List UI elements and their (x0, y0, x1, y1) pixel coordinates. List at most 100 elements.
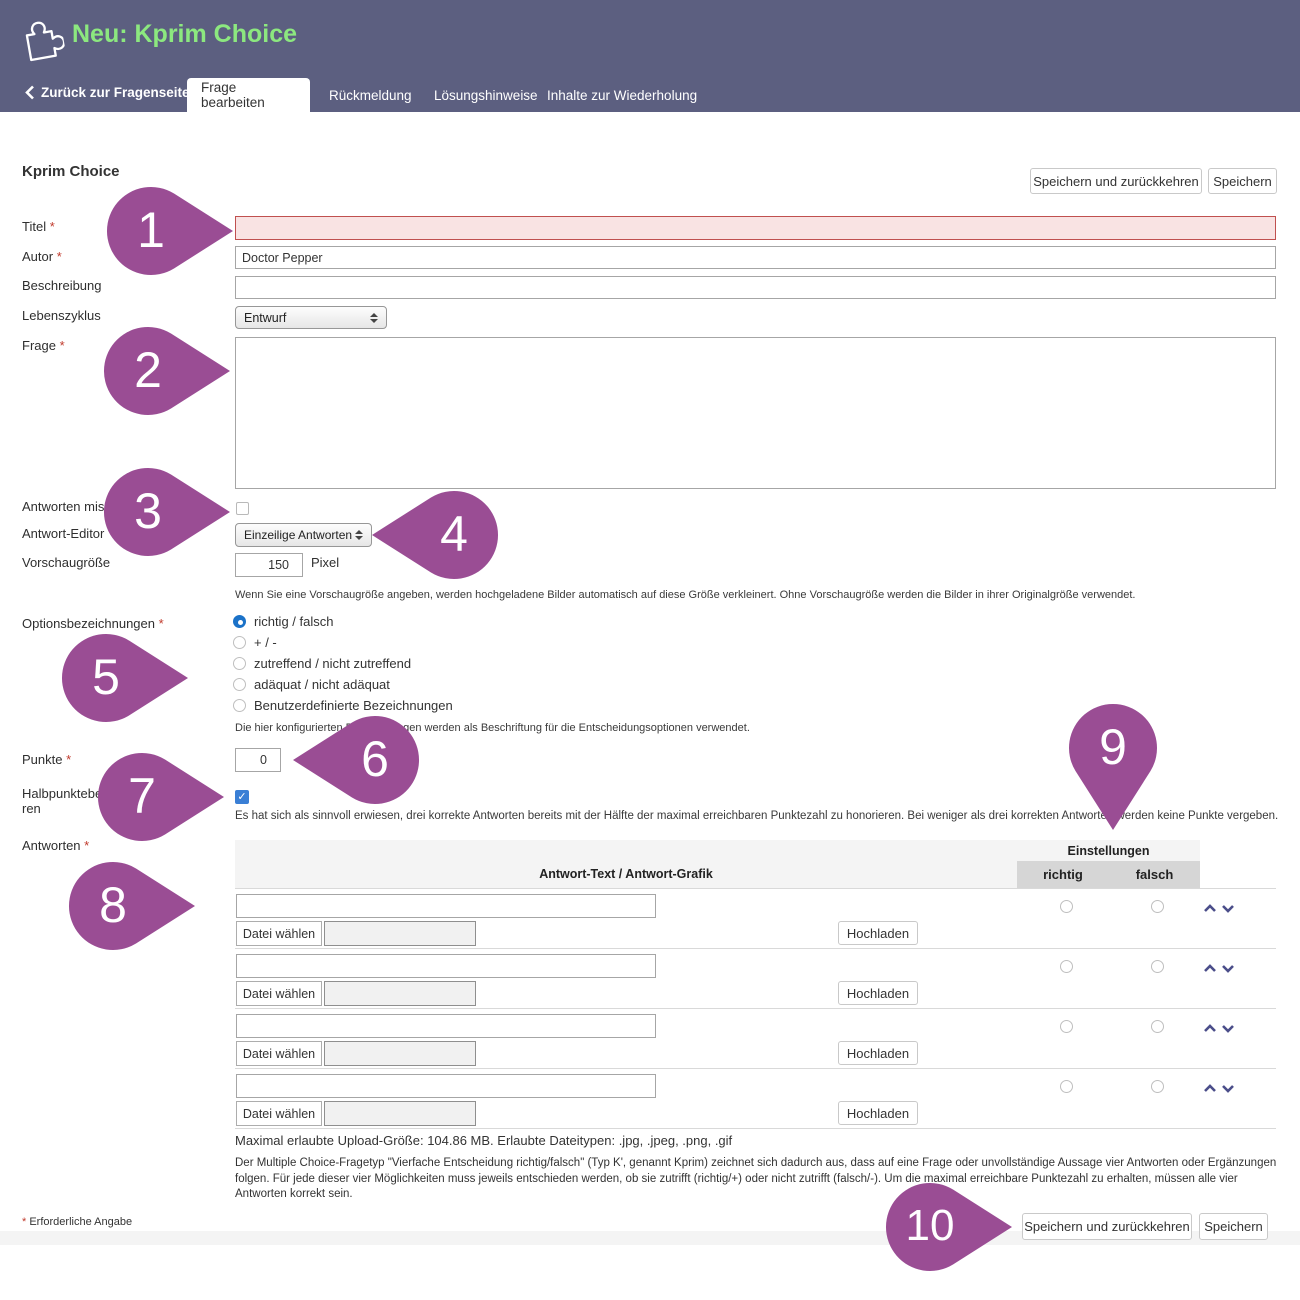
marker-2: 2 (102, 325, 232, 417)
falsch-radio[interactable] (1151, 1020, 1164, 1033)
tab-frage-bearbeiten[interactable]: Frage bearbeiten (187, 78, 310, 112)
richtig-radio[interactable] (1060, 1080, 1073, 1093)
autor-label: Autor * (22, 249, 62, 264)
upload-info: Maximal erlaubte Upload-Größe: 104.86 MB… (235, 1133, 732, 1148)
antworten-label: Antworten * (22, 838, 89, 853)
question-type-description: Der Multiple Choice-Fragetyp "Vierfache … (235, 1156, 1283, 1203)
move-down-icon[interactable] (1221, 961, 1235, 973)
antworten-mischen-label: Antworten mischen (22, 499, 133, 514)
antwort-editor-label: Antwort-Editor (22, 526, 104, 541)
lebenszyklus-select[interactable]: Entwurf (235, 306, 387, 329)
radio-icon[interactable] (233, 615, 246, 628)
col-richtig-header: richtig (1017, 867, 1109, 882)
radio-icon[interactable] (233, 636, 246, 649)
move-up-icon[interactable] (1203, 1021, 1217, 1033)
beschreibung-label: Beschreibung (22, 278, 102, 293)
marker-9: 9 (1067, 702, 1197, 794)
choose-file-button[interactable]: Datei wählen (236, 1101, 322, 1126)
form-title: Kprim Choice (22, 163, 120, 180)
puzzle-icon (17, 14, 63, 67)
page-title: Neu: Kprim Choice (72, 20, 297, 49)
choose-file-button[interactable]: Datei wählen (236, 921, 322, 946)
answer-row: Datei wählen Hochladen (235, 948, 1276, 1008)
optionsbezeichnungen-help: Die hier konfigurierten Bezeichnungen we… (235, 722, 750, 734)
marker-8: 8 (67, 860, 197, 952)
radio-icon[interactable] (233, 657, 246, 670)
punkte-label: Punkte * (22, 752, 71, 767)
move-down-icon[interactable] (1221, 1081, 1235, 1093)
answer-text-input[interactable] (236, 954, 656, 978)
antwort-editor-select[interactable]: Einzeilige Antworten (235, 523, 372, 547)
halbpunkte-help: Es hat sich als sinnvoll erwiesen, drei … (235, 810, 1278, 822)
answer-text-input[interactable] (236, 894, 656, 918)
optionsbezeichnungen-label: Optionsbezeichnungen * (22, 616, 164, 631)
answer-row: Datei wählen Hochladen (235, 1008, 1276, 1068)
lebenszyklus-label: Lebenszyklus (22, 308, 101, 323)
save-return-button-top[interactable]: Speichern und zurückkehren (1030, 168, 1202, 194)
richtig-radio[interactable] (1060, 1020, 1073, 1033)
save-return-button-bottom[interactable]: Speichern und zurückkehren (1022, 1213, 1192, 1240)
upload-button[interactable]: Hochladen (838, 921, 918, 945)
marker-1: 1 (105, 185, 235, 277)
upload-button[interactable]: Hochladen (838, 1101, 918, 1125)
pixel-unit-label: Pixel (311, 555, 339, 570)
answer-col-header: Antwort-Text / Antwort-Grafik (235, 867, 1017, 881)
move-down-icon[interactable] (1221, 901, 1235, 913)
frage-textarea[interactable] (235, 337, 1276, 489)
punkte-input[interactable] (235, 748, 281, 772)
file-name-box (324, 1041, 476, 1066)
vorschaugroesse-label: Vorschaugröße (22, 555, 110, 570)
beschreibung-input[interactable] (235, 276, 1276, 299)
answers-table: Einstellungen Antwort-Text / Antwort-Gra… (235, 840, 1276, 1129)
radio-icon[interactable] (233, 678, 246, 691)
richtig-radio[interactable] (1060, 900, 1073, 913)
vorschaugroesse-input[interactable] (235, 553, 303, 577)
marker-5: 5 (60, 632, 190, 724)
file-name-box (324, 1101, 476, 1126)
option-benutzerdefiniert[interactable]: Benutzerdefinierte Bezeichnungen (233, 698, 453, 713)
falsch-radio[interactable] (1151, 1080, 1164, 1093)
halbpunkte-label: Halbpunktebewertung aktivie ren (22, 786, 232, 816)
answers-table-header: Einstellungen Antwort-Text / Antwort-Gra… (235, 840, 1276, 888)
select-arrows-icon (354, 530, 363, 540)
choose-file-button[interactable]: Datei wählen (236, 1041, 322, 1066)
falsch-radio[interactable] (1151, 960, 1164, 973)
titel-label: Titel * (22, 219, 55, 234)
file-name-box (324, 981, 476, 1006)
tab-inhalte-wiederholung[interactable]: Inhalte zur Wiederholung (533, 78, 711, 112)
app-header: Neu: Kprim Choice (0, 0, 1300, 78)
halbpunkte-checkbox[interactable] (235, 790, 249, 804)
move-up-icon[interactable] (1203, 901, 1217, 913)
move-up-icon[interactable] (1203, 961, 1217, 973)
move-down-icon[interactable] (1221, 1021, 1235, 1033)
select-arrows-icon (369, 313, 378, 323)
option-plus-minus[interactable]: + / - (233, 635, 277, 650)
titel-input[interactable] (235, 216, 1276, 240)
file-name-box (324, 921, 476, 946)
answer-text-input[interactable] (236, 1014, 656, 1038)
richtig-radio[interactable] (1060, 960, 1073, 973)
upload-button[interactable]: Hochladen (838, 1041, 918, 1065)
tab-loesungshinweise[interactable]: Lösungshinweise (420, 78, 552, 112)
option-adaequat[interactable]: adäquat / nicht adäquat (233, 677, 390, 692)
vorschaugroesse-help: Wenn Sie eine Vorschaugröße angeben, wer… (235, 589, 1135, 601)
antworten-mischen-checkbox[interactable] (236, 502, 249, 515)
frage-label: Frage * (22, 338, 65, 353)
radio-icon[interactable] (233, 699, 246, 712)
tab-rueckmeldung[interactable]: Rückmeldung (315, 78, 426, 112)
back-link[interactable]: Zurück zur Fragenseite (25, 85, 190, 100)
answer-row: Datei wählen Hochladen (235, 1068, 1276, 1129)
autor-input[interactable] (235, 246, 1276, 269)
falsch-radio[interactable] (1151, 900, 1164, 913)
option-richtig-falsch[interactable]: richtig / falsch (233, 614, 333, 629)
answer-text-input[interactable] (236, 1074, 656, 1098)
upload-button[interactable]: Hochladen (838, 981, 918, 1005)
settings-header: Einstellungen (1017, 844, 1200, 858)
col-falsch-header: falsch (1109, 867, 1200, 882)
save-button-top[interactable]: Speichern (1208, 168, 1277, 194)
save-button-bottom[interactable]: Speichern (1199, 1213, 1268, 1240)
move-up-icon[interactable] (1203, 1081, 1217, 1093)
choose-file-button[interactable]: Datei wählen (236, 981, 322, 1006)
answer-row: Datei wählen Hochladen (235, 888, 1276, 948)
option-zutreffend[interactable]: zutreffend / nicht zutreffend (233, 656, 411, 671)
